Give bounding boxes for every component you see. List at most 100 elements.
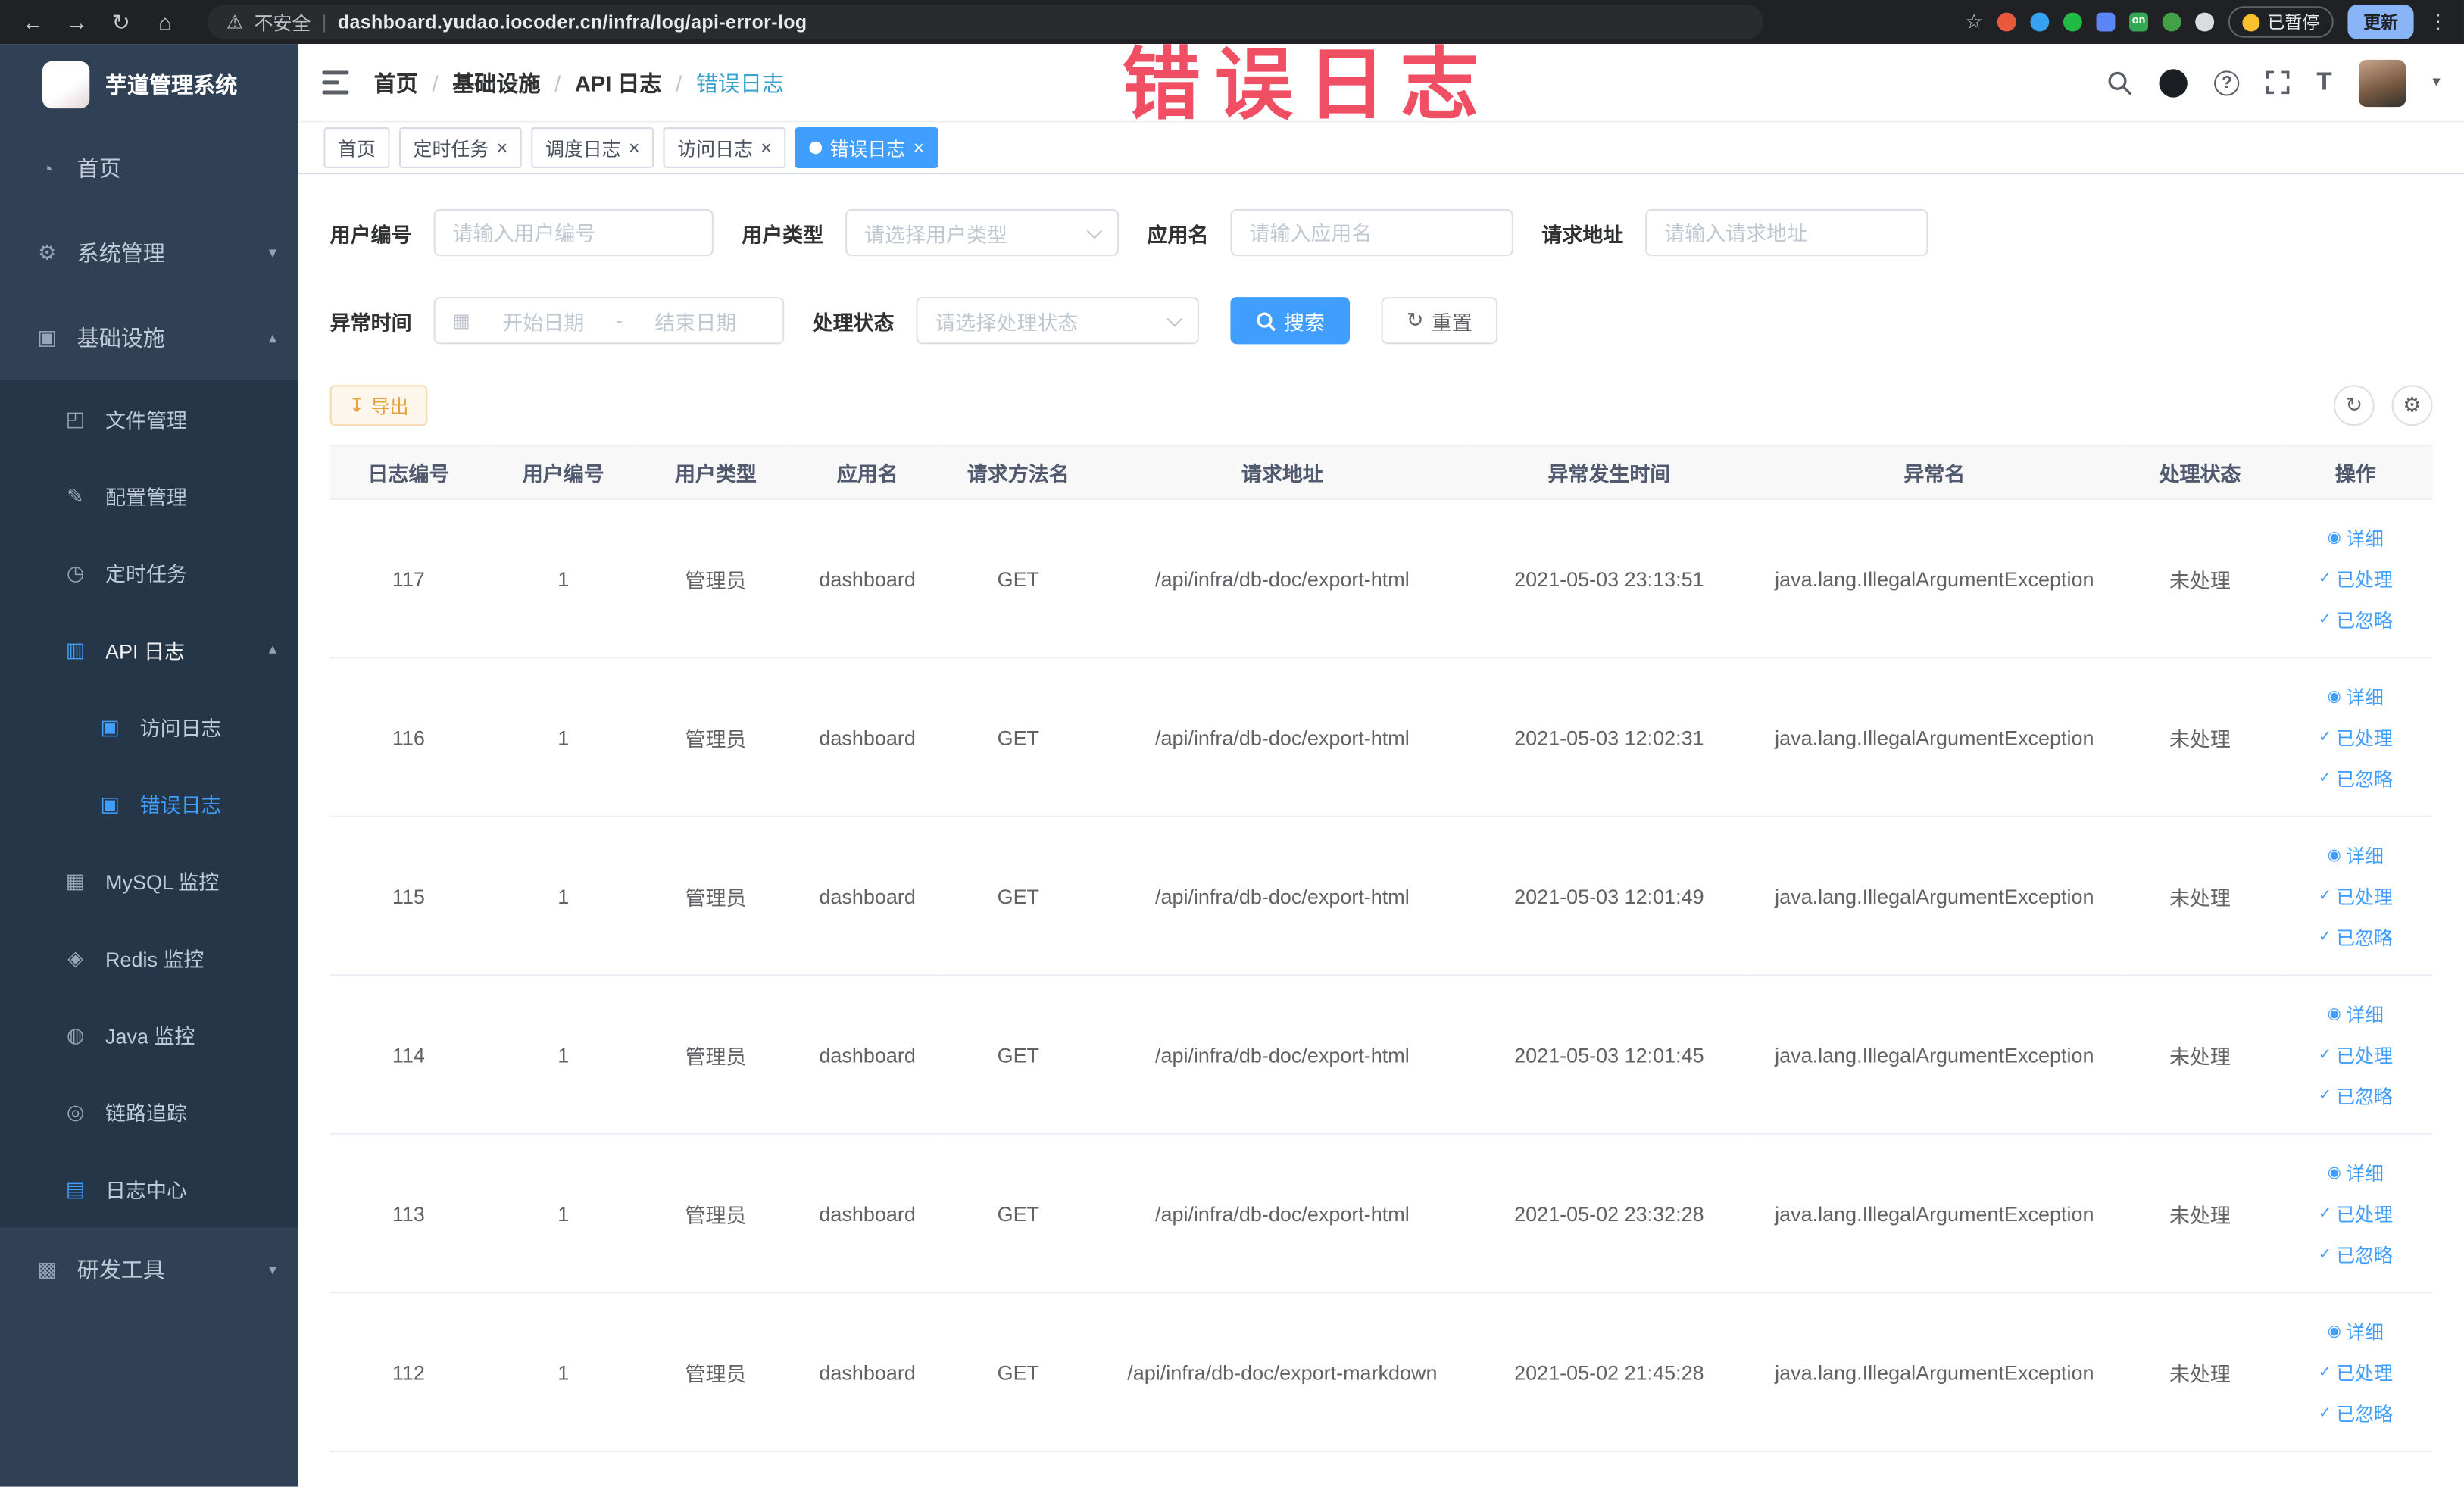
reload-icon[interactable]: ↻ <box>104 0 139 44</box>
tab-schedule-log[interactable]: 调度日志 × <box>531 127 654 168</box>
app-logo-row[interactable]: 芋道管理系统 <box>0 44 298 126</box>
user-id-input[interactable] <box>452 220 695 245</box>
table-row: 115 1 管理员 dashboard GET /api/infra/db-do… <box>329 816 2433 976</box>
mark-ignored-link[interactable]: ✓ 已忽略 <box>2278 1075 2432 1116</box>
forward-icon[interactable]: → <box>60 0 95 44</box>
app-logo-rabbit <box>42 61 90 109</box>
browser-actions: ☆ on 已暂停 更新 ⋮ <box>1965 5 2448 39</box>
cell-user-type: 管理员 <box>639 658 792 817</box>
extension-drop-icon[interactable] <box>2030 12 2050 32</box>
font-size-icon[interactable]: T <box>2316 68 2331 96</box>
request-url-input[interactable] <box>1664 220 1910 245</box>
bookmark-star-icon[interactable]: ☆ <box>1965 9 1983 34</box>
detail-link[interactable]: ◉ 详细 <box>2278 676 2432 717</box>
api-log-icon: ▥ <box>65 637 86 661</box>
cell-process-status: 未处理 <box>2121 975 2279 1135</box>
extension-sprout-icon[interactable] <box>2162 12 2181 32</box>
extension-grid-icon[interactable] <box>2096 12 2116 32</box>
sidebar-item-infrastructure[interactable]: ▣ 基础设施 ▴ <box>0 295 298 380</box>
end-date-placeholder: 结束日期 <box>654 310 737 334</box>
refresh-table-button[interactable]: ↻ <box>2333 385 2375 426</box>
fullscreen-icon[interactable] <box>2266 70 2290 95</box>
sidebar-item-system[interactable]: ⚙ 系统管理 ▾ <box>0 211 298 295</box>
sidebar-item-scheduled-task[interactable]: ◷ 定时任务 <box>0 534 298 611</box>
extension-paw-icon[interactable] <box>2195 12 2215 32</box>
mark-processed-link[interactable]: ✓ 已处理 <box>2278 876 2432 917</box>
breadcrumb-infrastructure[interactable]: 基础设施 <box>452 67 540 98</box>
browser-update-button[interactable]: 更新 <box>2347 5 2414 39</box>
sidebar-item-file-manage[interactable]: ◰ 文件管理 <box>0 380 298 458</box>
mark-processed-link[interactable]: ✓ 已处理 <box>2278 1034 2432 1075</box>
address-bar[interactable]: ⚠ 不安全 | dashboard.yudao.iocoder.cn/infra… <box>207 5 1763 39</box>
mark-processed-link[interactable]: ✓ 已处理 <box>2278 558 2432 598</box>
detail-link[interactable]: ◉ 详细 <box>2278 517 2432 558</box>
search-button[interactable]: 搜索 <box>1230 297 1351 345</box>
app-name-input[interactable] <box>1249 220 1495 245</box>
detail-link[interactable]: ◉ 详细 <box>2278 1310 2432 1351</box>
tab-error-log[interactable]: 错误日志 × <box>795 127 938 168</box>
breadcrumb-home[interactable]: 首页 <box>374 67 418 98</box>
sidebar-item-log-center[interactable]: ▤ 日志中心 <box>0 1151 298 1228</box>
reset-button[interactable]: ↻ 重置 <box>1381 297 1498 345</box>
cell-exception-time: 2021-05-03 12:01:45 <box>1470 975 1747 1135</box>
extension-red-icon[interactable] <box>1997 12 2016 32</box>
detail-link[interactable]: ◉ 详细 <box>2278 835 2432 876</box>
sidebar-item-error-log[interactable]: ▣ 错误日志 <box>0 765 298 842</box>
sidebar-item-dev-tools[interactable]: ▩ 研发工具 ▾ <box>0 1227 298 1312</box>
mark-ignored-link[interactable]: ✓ 已忽略 <box>2278 1234 2432 1275</box>
sidebar-item-redis-monitor[interactable]: ◈ Redis 监控 <box>0 920 298 997</box>
sidebar-item-label: 错误日志 <box>139 793 222 817</box>
cell-app-name: dashboard <box>792 658 943 817</box>
eye-icon: ◉ <box>2327 1164 2341 1182</box>
extension-green-icon[interactable] <box>2063 12 2082 32</box>
sidebar-item-java-monitor[interactable]: ◍ Java 监控 <box>0 996 298 1073</box>
mark-ignored-link[interactable]: ✓ 已忽略 <box>2278 1392 2432 1433</box>
profile-paused-chip[interactable]: 已暂停 <box>2228 6 2334 38</box>
table-row: 113 1 管理员 dashboard GET /api/infra/db-do… <box>329 1133 2433 1294</box>
cell-actions: ◉ 详细 ✓ 已处理 ✓ 已忽略 <box>2278 816 2433 976</box>
screen: ← → ↻ ⌂ ⚠ 不安全 | dashboard.yudao.iocoder.… <box>0 0 2464 1487</box>
close-icon[interactable]: × <box>497 139 508 158</box>
browser-menu-icon[interactable]: ⋮ <box>2428 9 2448 34</box>
mark-processed-link[interactable]: ✓ 已处理 <box>2278 1193 2432 1234</box>
github-icon[interactable] <box>2159 68 2188 97</box>
help-icon[interactable]: ? <box>2214 70 2240 95</box>
close-icon[interactable]: × <box>760 139 772 158</box>
tab-access-log[interactable]: 访问日志 × <box>663 127 786 168</box>
mark-processed-link[interactable]: ✓ 已处理 <box>2278 1351 2432 1392</box>
process-status-select[interactable]: 请选择处理状态 <box>916 297 1199 345</box>
detail-link[interactable]: ◉ 详细 <box>2278 1152 2432 1193</box>
close-icon[interactable]: × <box>913 139 925 158</box>
detail-label: 详细 <box>2346 845 2384 867</box>
filter-request-url: 请求地址 <box>1541 208 1928 257</box>
caret-down-icon[interactable]: ▾ <box>2432 74 2440 92</box>
export-button-label: 导出 <box>370 395 409 417</box>
detail-link[interactable]: ◉ 详细 <box>2278 993 2432 1034</box>
collapse-sidebar-icon[interactable] <box>322 70 349 95</box>
mark-processed-link[interactable]: ✓ 已处理 <box>2278 717 2432 758</box>
mark-ignored-link[interactable]: ✓ 已忽略 <box>2278 598 2432 639</box>
close-icon[interactable]: × <box>629 139 640 158</box>
sidebar-item-trace[interactable]: ◎ 链路追踪 <box>0 1073 298 1151</box>
sidebar-item-api-log[interactable]: ▥ API 日志 ▴ <box>0 611 298 689</box>
tab-scheduled-task[interactable]: 定时任务 × <box>398 127 522 168</box>
mark-ignored-link[interactable]: ✓ 已忽略 <box>2278 758 2432 798</box>
user-type-select[interactable]: 请选择用户类型 <box>845 208 1120 257</box>
date-range-picker[interactable]: ▦ 开始日期 - 结束日期 <box>433 297 785 345</box>
cell-process-status: 未处理 <box>2121 658 2279 817</box>
download-icon: ↧ <box>348 394 365 417</box>
sidebar-item-access-log[interactable]: ▣ 访问日志 <box>0 689 298 766</box>
tab-home[interactable]: 首页 <box>323 127 390 168</box>
extension-on-badge-icon[interactable]: on <box>2129 12 2148 32</box>
sidebar-item-config-manage[interactable]: ✎ 配置管理 <box>0 458 298 535</box>
breadcrumb-api-log[interactable]: API 日志 <box>575 67 662 98</box>
avatar[interactable] <box>2358 58 2406 107</box>
sidebar-item-mysql-monitor[interactable]: ▦ MySQL 监控 <box>0 842 298 920</box>
mark-ignored-link[interactable]: ✓ 已忽略 <box>2278 916 2432 957</box>
home-icon[interactable]: ⌂ <box>148 0 183 44</box>
back-icon[interactable]: ← <box>16 0 51 44</box>
search-icon[interactable] <box>2107 70 2132 95</box>
sidebar-item-home[interactable]: ◔ 首页 <box>0 126 298 211</box>
column-settings-button[interactable]: ⚙ <box>2391 385 2433 426</box>
export-button[interactable]: ↧ 导出 <box>329 385 428 426</box>
